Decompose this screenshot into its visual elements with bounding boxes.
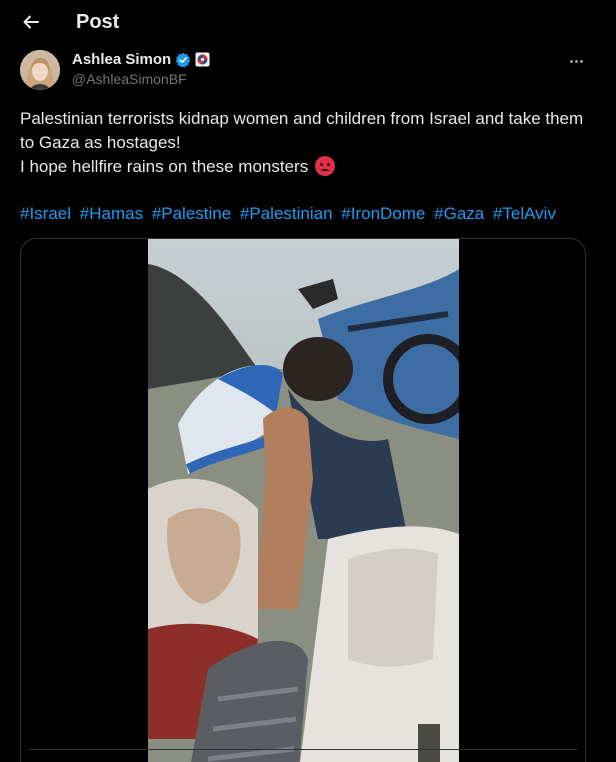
more-horizontal-icon	[569, 59, 573, 63]
author-handle[interactable]: @AshleaSimonBF	[72, 71, 187, 87]
post-text-line-1: Palestinian terrorists kidnap women and …	[20, 109, 584, 152]
angry-face-emoji-icon	[314, 156, 335, 176]
avatar-image	[20, 50, 60, 90]
hashtag-link[interactable]: #TelAviv	[493, 204, 556, 223]
hashtag-link[interactable]: #Hamas	[80, 204, 143, 223]
page-title: Post	[76, 11, 120, 33]
arrow-left-icon	[23, 15, 39, 29]
post-text: Palestinian terrorists kidnap women and …	[20, 107, 590, 179]
post-text-line-2: I hope hellfire rains on these monsters	[20, 157, 309, 176]
hashtag-link[interactable]: #Palestinian	[240, 204, 333, 223]
video-progress-bar[interactable]	[29, 749, 577, 750]
back-button[interactable]	[18, 9, 44, 35]
post-text-line-2-wrapper: I hope hellfire rains on these monsters	[20, 155, 590, 179]
hashtag-link[interactable]: #Gaza	[434, 204, 484, 223]
author-name[interactable]: Ashlea Simon	[72, 51, 171, 68]
hashtag-list: #Israel #Hamas #Palestine #Palestinian #…	[20, 203, 560, 225]
author-name-row: Ashlea Simon	[72, 51, 210, 68]
affiliate-badge-icon[interactable]	[195, 52, 210, 67]
post-author: Ashlea Simon @AshleaSimonBF	[20, 50, 600, 92]
post-header: Post	[0, 0, 616, 44]
video-player[interactable]	[148, 239, 459, 762]
video-frame-image	[148, 239, 459, 762]
more-options-button[interactable]	[565, 54, 587, 68]
hashtag-link[interactable]: #Israel	[20, 204, 71, 223]
hashtag-link[interactable]: #IronDome	[341, 204, 425, 223]
avatar[interactable]	[20, 50, 60, 90]
verified-badge-icon	[176, 52, 191, 67]
hashtag-link[interactable]: #Palestine	[152, 204, 231, 223]
video-container[interactable]	[20, 238, 586, 762]
